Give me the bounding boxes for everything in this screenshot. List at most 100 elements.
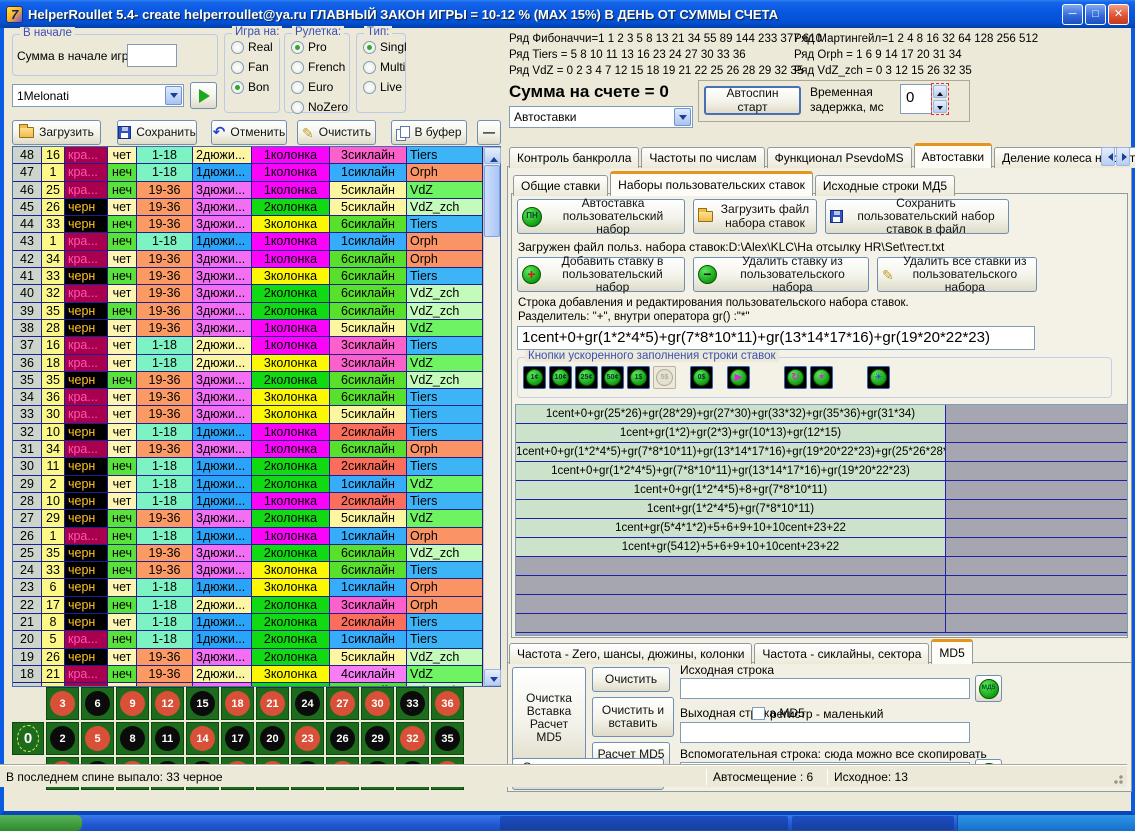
- table-row[interactable]: 2729черннеч19-363дюжи...2колонка5сиклайн…: [13, 510, 483, 527]
- table-row[interactable]: 3011черннеч1-181дюжи...2колонка2сиклайнT…: [13, 458, 483, 475]
- table-row[interactable]: 3828чернчет19-363дюжи...1колонка5сиклайн…: [13, 320, 483, 337]
- roulette-number-2[interactable]: 2: [46, 722, 79, 755]
- roulette-number-8[interactable]: 8: [116, 722, 149, 755]
- collapse-button[interactable]: —: [477, 120, 501, 145]
- table-row[interactable]: 205кра...неч1-181дюжи...2колонка1сиклайн…: [13, 631, 483, 648]
- md5-clear-button[interactable]: Очистить: [592, 667, 670, 692]
- mode-combobox[interactable]: Автоставки: [509, 106, 693, 128]
- tab-общие-ставки[interactable]: Общие ставки: [513, 175, 608, 196]
- bet-list-item[interactable]: 1cent+0+gr(1*2*4*5)+gr(7*8*10*11)+gr(13*…: [516, 462, 1127, 481]
- coin-button-1d[interactable]: 1$: [627, 366, 650, 389]
- load-button[interactable]: Загрузить: [12, 120, 101, 145]
- bet-list-empty-row[interactable]: [516, 576, 1127, 595]
- bet-list-empty-row[interactable]: [516, 614, 1127, 633]
- roulette-number-32[interactable]: 32: [396, 722, 429, 755]
- table-scrollbar[interactable]: [483, 147, 500, 686]
- minimize-button[interactable]: ─: [1062, 4, 1083, 25]
- roulette-number-12[interactable]: 12: [151, 687, 184, 720]
- roulette-number-21[interactable]: 21: [256, 687, 289, 720]
- roulette-number-15[interactable]: 15: [186, 687, 219, 720]
- table-row[interactable]: 4133черннеч19-363дюжи...3колонка6сиклайн…: [13, 268, 483, 285]
- md5-output-input[interactable]: [680, 722, 970, 743]
- tab-наборы-пользовательских-ставок[interactable]: Наборы пользовательских ставок: [610, 171, 813, 196]
- table-row[interactable]: 471кра...неч1-181дюжи...1колонка1сиклайн…: [13, 164, 483, 181]
- roulette-number-17[interactable]: 17: [221, 722, 254, 755]
- tab-md5[interactable]: MD5: [931, 639, 972, 664]
- roulette-number-29[interactable]: 29: [361, 722, 394, 755]
- roulette-number-5[interactable]: 5: [81, 722, 114, 755]
- resize-grip[interactable]: [1113, 773, 1125, 785]
- table-row[interactable]: 3618кра...чет1-182дюжи...3колонка3сиклай…: [13, 355, 483, 372]
- roulette-number-14[interactable]: 14: [186, 722, 219, 755]
- tab-автоставки[interactable]: Автоставки: [914, 143, 993, 168]
- save-set-file-button[interactable]: Сохранить пользовательский набор ставок …: [825, 199, 1009, 234]
- autobet-user-set-button[interactable]: ПН Автоставка пользовательский набор: [517, 199, 685, 234]
- chevron-down-icon[interactable]: [165, 86, 182, 105]
- table-row[interactable]: 3210чернчет1-181дюжи...1колонка2сиклайнT…: [13, 424, 483, 441]
- save-button[interactable]: Сохранить: [117, 120, 197, 145]
- table-row[interactable]: 1926чернчет19-363дюжи...2колонка5сиклайн…: [13, 649, 483, 666]
- bet-string-input[interactable]: 1cent+0+gr(1*2*4*5)+gr(7*8*10*11)+gr(13*…: [517, 326, 1035, 350]
- scroll-down-icon[interactable]: [484, 669, 501, 686]
- start-button-fragment[interactable]: [0, 815, 82, 831]
- radio-multi[interactable]: Multi: [363, 60, 405, 74]
- insert-repeat-button[interactable]: ↻: [784, 366, 807, 389]
- wheel-chip-button[interactable]: ✳: [867, 366, 890, 389]
- table-row[interactable]: 4526чернчет19-363дюжи...2колонка5сиклайн…: [13, 199, 483, 216]
- add-bet-button[interactable]: + Добавить ставку в пользовательский наб…: [517, 257, 685, 292]
- radio-pro[interactable]: Pro: [291, 40, 349, 54]
- coin-button-0d[interactable]: 0$: [690, 366, 713, 389]
- md5-source-input[interactable]: [680, 678, 970, 699]
- roulette-number-30[interactable]: 30: [361, 687, 394, 720]
- table-row[interactable]: 2217черннеч1-182дюжи...2колонка3сиклайнO…: [13, 597, 483, 614]
- insert-play-button[interactable]: ▶: [727, 366, 750, 389]
- bet-list-item[interactable]: 1cent+gr(5412)+5+6+9+10+10cent+23+22: [516, 538, 1127, 557]
- roulette-number-33[interactable]: 33: [396, 687, 429, 720]
- clear-button[interactable]: ✎Очистить: [297, 120, 376, 145]
- tab-частота-сиклайны-сектора[interactable]: Частота - сиклайны, сектора: [754, 643, 929, 664]
- load-set-file-button[interactable]: Загрузить файл набора ставок: [693, 199, 817, 234]
- md5-clear-paste-calc-button[interactable]: Очистка Вставка Расчет MD5: [512, 667, 586, 769]
- radio-singl[interactable]: Singl: [363, 40, 405, 54]
- scroll-thumb[interactable]: [484, 165, 500, 237]
- roulette-number-23[interactable]: 23: [291, 722, 324, 755]
- bet-list-item[interactable]: 1cent+0+gr(1*2*4*5)+8+gr(7*8*10*11): [516, 481, 1127, 500]
- radio-french[interactable]: French: [291, 60, 349, 74]
- strategy-combobox[interactable]: 1Melonati: [12, 84, 184, 107]
- table-row[interactable]: 4625кра...неч19-363дюжи...1колонка5сикла…: [13, 182, 483, 199]
- run-strategy-button[interactable]: [190, 82, 217, 109]
- table-row[interactable]: 4433черннеч19-363дюжи...3колонка6сиклайн…: [13, 216, 483, 233]
- roulette-number-20[interactable]: 20: [256, 722, 289, 755]
- bet-list-item[interactable]: 1cent+0+gr(1*2*4*5)+gr(7*8*10*11)+gr(13*…: [516, 443, 1127, 462]
- table-row[interactable]: 3716кра...чет1-182дюжи...1колонка3сиклай…: [13, 337, 483, 354]
- md5-clear-paste-button[interactable]: Очистить и вставить: [592, 697, 674, 737]
- table-row[interactable]: 4234кра...чет19-363дюжи...1колонка6сикла…: [13, 251, 483, 268]
- taskbar[interactable]: [0, 815, 1135, 831]
- roulette-number-3[interactable]: 3: [46, 687, 79, 720]
- copy-to-buffer-button[interactable]: В буфер: [391, 120, 467, 145]
- table-row[interactable]: 3535черннеч19-363дюжи...2колонка6сиклайн…: [13, 372, 483, 389]
- roulette-zero-cell[interactable]: 0: [12, 722, 44, 755]
- roulette-number-27[interactable]: 27: [326, 687, 359, 720]
- tab-scroll-right-icon[interactable]: [1116, 147, 1130, 166]
- delay-value[interactable]: 0: [900, 84, 932, 114]
- radio-nozero[interactable]: NoZero: [291, 100, 349, 114]
- coin-button-10c[interactable]: 10¢: [549, 366, 572, 389]
- coin-button-25c[interactable]: 25¢: [575, 366, 598, 389]
- radio-bon[interactable]: Bon: [231, 80, 279, 94]
- table-row[interactable]: 4032кра...чет19-363дюжи...2колонка6сикла…: [13, 285, 483, 302]
- titlebar[interactable]: HelperRoullet 5.4- create helperroullet@…: [0, 0, 1135, 28]
- table-row[interactable]: 431кра...неч1-181дюжи...1колонка1сиклайн…: [13, 233, 483, 250]
- bet-list-item[interactable]: 1cent+gr(5*4*1*2)+5+6+9+10+10cent+23+22: [516, 519, 1127, 538]
- radio-real[interactable]: Real: [231, 40, 279, 54]
- tab-функционал-psevdoms[interactable]: Функционал PsevdoMS: [767, 147, 912, 168]
- tab-частоты-по-числам[interactable]: Частоты по числам: [641, 147, 764, 168]
- tab-частота-zero-шансы-дюжины-колонки[interactable]: Частота - Zero, шансы, дюжины, колонки: [509, 643, 752, 664]
- roulette-number-11[interactable]: 11: [151, 722, 184, 755]
- table-row[interactable]: 3935черннеч19-363дюжи...2колонка6сиклайн…: [13, 303, 483, 320]
- taskbar-window-button[interactable]: [792, 816, 954, 830]
- roulette-number-9[interactable]: 9: [116, 687, 149, 720]
- roulette-number-6[interactable]: 6: [81, 687, 114, 720]
- roulette-number-36[interactable]: 36: [431, 687, 464, 720]
- radio-euro[interactable]: Euro: [291, 80, 349, 94]
